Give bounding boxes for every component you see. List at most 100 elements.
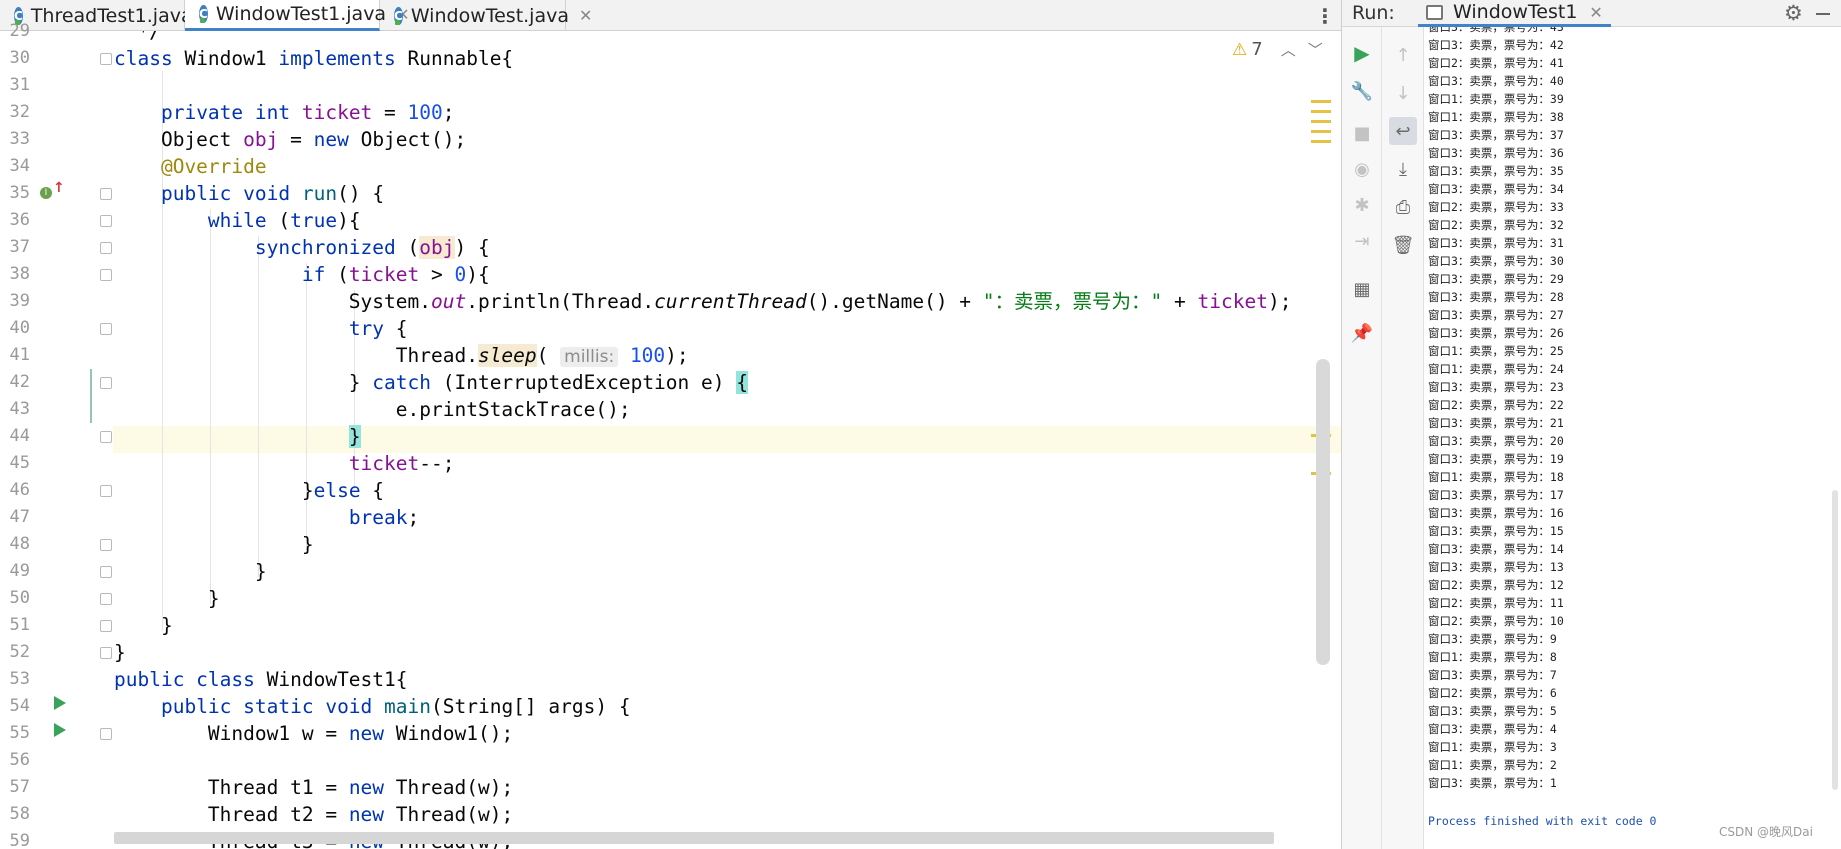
java-class-icon: C [199, 5, 208, 23]
editor-tab-bar: C ThreadTest1.java ✕ C WindowTest1.java … [0, 0, 1341, 31]
fold-icon[interactable] [100, 215, 112, 227]
code-line-42: } catch (InterruptedException e) { [114, 371, 748, 394]
line-number: 35 [9, 183, 30, 203]
console-line: 窗口3：卖票，票号为：36 [1428, 146, 1564, 160]
console-line: 窗口2：卖票，票号为：11 [1428, 596, 1564, 610]
close-icon[interactable]: ✕ [579, 6, 592, 25]
editor-vertical-scrollbar[interactable] [1316, 359, 1330, 665]
code-line-48: } [114, 533, 314, 556]
fold-icon[interactable] [100, 269, 112, 281]
code-line-40: try { [348, 317, 408, 340]
console-line: 窗口3：卖票，票号为：7 [1428, 668, 1557, 682]
code-line-35: public void run() { [160, 182, 385, 205]
console-line: 窗口3：卖票，票号为：9 [1428, 632, 1557, 646]
line-number: 33 [9, 129, 30, 149]
line-number: 36 [9, 210, 30, 230]
editor-horizontal-scrollbar[interactable] [114, 832, 1274, 844]
code-editor[interactable]: C ThreadTest1.java ✕ C WindowTest1.java … [0, 0, 1341, 849]
wrench-icon[interactable]: 🔧 [1348, 77, 1376, 105]
line-number: 56 [9, 750, 30, 770]
print-icon[interactable]: ⎙ [1389, 193, 1417, 221]
code-line-41: Thread.sleep( millis: 100); [114, 344, 689, 367]
code-line-55: Window1 w = new Window1(); [114, 722, 514, 745]
error-stripe-mark[interactable] [1311, 110, 1331, 113]
camera-icon[interactable]: ◉ [1348, 155, 1376, 183]
implements-method-icon[interactable]: I [40, 187, 52, 199]
run-main-icon[interactable] [54, 723, 66, 737]
trash-icon[interactable]: 🗑 [1389, 231, 1417, 259]
error-stripe-mark[interactable] [1311, 120, 1331, 123]
gear-icon[interactable]: ⚙ [1784, 0, 1803, 27]
debug-icon[interactable]: ✱ [1348, 191, 1376, 219]
line-number: 49 [9, 561, 30, 581]
code-line-37: synchronized (obj) { [254, 236, 490, 259]
up-arrow-icon[interactable]: ↑ [1389, 41, 1417, 69]
minimize-icon[interactable] [1816, 13, 1830, 15]
layout-icon[interactable]: ▦ [1348, 275, 1376, 303]
close-icon[interactable]: ✕ [1589, 3, 1602, 22]
tab-windowtest[interactable]: C WindowTest.java ✕ [380, 0, 592, 31]
fold-icon[interactable] [100, 188, 112, 200]
warning-count: 7 [1251, 39, 1263, 60]
error-stripe-mark[interactable] [1311, 100, 1331, 103]
code-line-32: private int ticket = 100; [160, 101, 455, 124]
override-up-arrow-icon[interactable]: ↑ [53, 180, 65, 196]
line-number: 42 [9, 372, 30, 392]
console-line: 窗口3：卖票，票号为：14 [1428, 542, 1564, 556]
line-number: 40 [9, 318, 30, 338]
fold-icon[interactable] [100, 323, 112, 335]
line-number: 34 [9, 156, 30, 176]
run-config-tab[interactable]: WindowTest1 ✕ [1418, 0, 1611, 27]
more-vert-icon[interactable]: ⋮ [1312, 0, 1338, 31]
rerun-icon[interactable]: ▶ [1348, 39, 1376, 67]
chevron-down-icon[interactable]: ﹀ [1308, 39, 1323, 60]
console-line: 窗口3：卖票，票号为：19 [1428, 452, 1564, 466]
error-stripe-mark[interactable] [1311, 140, 1331, 143]
warning-icon: ⚠ [1232, 39, 1248, 60]
watermark: CSDN @晚风Dai [1719, 825, 1813, 839]
console-vertical-scrollbar[interactable] [1832, 490, 1838, 790]
fold-icon[interactable] [100, 647, 112, 659]
scroll-to-end-icon[interactable]: ⤓ [1389, 155, 1417, 183]
fold-icon[interactable] [100, 728, 112, 740]
param-hint: millis: [560, 347, 619, 367]
exit-icon[interactable]: ⇥ [1348, 227, 1376, 255]
console-line: 窗口3：卖票，票号为：21 [1428, 416, 1564, 430]
fold-icon[interactable] [100, 566, 112, 578]
console-line: 窗口3：卖票，票号为：35 [1428, 164, 1564, 178]
code-area[interactable]: */ class Window1 implements Runnable{ pr… [114, 31, 1314, 849]
console-output[interactable]: 窗口3：卖票，票号为：43 窗口3：卖票，票号为：42 窗口2：卖票，票号为：4… [1428, 27, 1828, 849]
code-line-50: } [114, 587, 220, 610]
code-line-30: class Window1 implements Runnable{ [114, 47, 514, 70]
chevron-up-icon[interactable]: ︿ [1281, 39, 1296, 60]
inspection-widget[interactable]: ⚠ 7 ︿ ﹀ [1232, 39, 1323, 60]
run-title: Run: [1352, 2, 1395, 24]
console-line: 窗口3：卖票，票号为：29 [1428, 272, 1564, 286]
console-line: 窗口2：卖票，票号为：41 [1428, 56, 1564, 70]
fold-icon[interactable] [100, 431, 112, 443]
tab-label: WindowTest.java [410, 4, 569, 27]
error-stripe-mark[interactable] [1311, 130, 1331, 133]
run-class-icon[interactable] [54, 696, 66, 710]
stop-icon[interactable]: ■ [1348, 119, 1376, 147]
console-line: 窗口1：卖票，票号为：25 [1428, 344, 1564, 358]
down-arrow-icon[interactable]: ↓ [1389, 79, 1417, 107]
tab-windowtest1[interactable]: C WindowTest1.java ✕ [185, 0, 410, 31]
editor-gutter: 29 30 31 32 33 34 35 36 37 38 39 40 41 4… [0, 21, 113, 849]
line-number: 48 [9, 534, 30, 554]
code-line-54: public static void main(String[] args) { [160, 695, 631, 718]
fold-icon[interactable] [100, 242, 112, 254]
fold-icon[interactable] [100, 485, 112, 497]
fold-icon[interactable] [100, 53, 112, 65]
line-number: 39 [9, 291, 30, 311]
console-line: 窗口3：卖票，票号为：34 [1428, 182, 1564, 196]
java-class-icon: C [394, 6, 403, 25]
soft-wrap-icon[interactable]: ↩ [1389, 117, 1417, 145]
fold-icon[interactable] [100, 539, 112, 551]
console-line: 窗口3：卖票，票号为：16 [1428, 506, 1564, 520]
pin-icon[interactable]: 📌 [1348, 319, 1376, 347]
fold-icon[interactable] [100, 377, 112, 389]
fold-icon[interactable] [100, 620, 112, 632]
line-number: 52 [9, 642, 30, 662]
fold-icon[interactable] [100, 593, 112, 605]
